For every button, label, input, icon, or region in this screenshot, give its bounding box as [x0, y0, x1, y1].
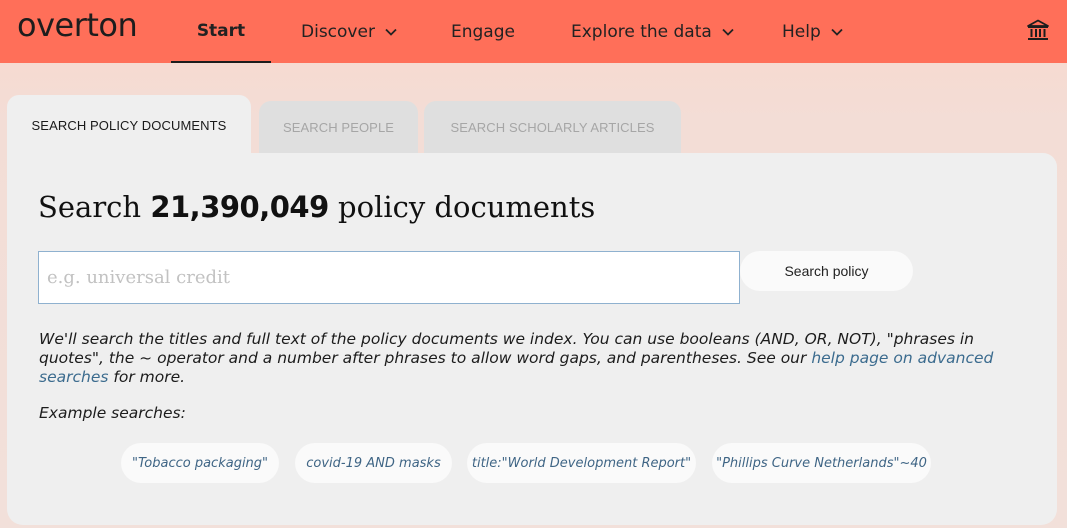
- example-search-chip[interactable]: "Tobacco packaging": [121, 443, 279, 483]
- document-count: 21,390,049: [150, 190, 329, 224]
- example-search-chip[interactable]: covid-19 AND masks: [295, 443, 452, 483]
- nav-explore-the-data[interactable]: Explore the data: [571, 0, 735, 63]
- nav-engage-label: Engage: [451, 21, 515, 42]
- search-help-text: We'll search the titles and full text of…: [39, 330, 1014, 387]
- nav-discover-label: Discover: [301, 21, 375, 42]
- chevron-down-icon: [831, 28, 843, 36]
- chevron-down-icon: [722, 28, 734, 36]
- institution-icon[interactable]: [1027, 19, 1049, 41]
- nav-engage[interactable]: Engage: [451, 0, 515, 63]
- tab-search-policy-documents[interactable]: SEARCH POLICY DOCUMENTS: [7, 95, 251, 155]
- top-navigation-bar: overton Start Discover Engage Explore th…: [0, 0, 1067, 63]
- chevron-down-icon: [385, 28, 397, 36]
- headline-prefix: Search: [38, 190, 142, 224]
- example-search-chip[interactable]: title:"World Development Report": [467, 443, 696, 483]
- example-searches-label: Example searches:: [39, 404, 186, 422]
- help-text-suffix: for more.: [108, 368, 186, 386]
- nav-start-label: Start: [196, 20, 246, 41]
- overton-logo[interactable]: overton: [17, 6, 138, 44]
- nav-explore-label: Explore the data: [571, 21, 712, 42]
- page-title: Search 21,390,049 policy documents: [38, 190, 595, 224]
- example-search-chip[interactable]: "Phillips Curve Netherlands"~40: [712, 443, 931, 483]
- nav-discover[interactable]: Discover: [301, 0, 398, 63]
- nav-help-label: Help: [782, 21, 821, 42]
- tab-search-people[interactable]: SEARCH PEOPLE: [259, 101, 418, 153]
- headline-suffix: policy documents: [338, 190, 596, 224]
- tab-search-scholarly-articles[interactable]: SEARCH SCHOLARLY ARTICLES: [424, 101, 681, 153]
- search-input[interactable]: [38, 251, 740, 304]
- nav-help[interactable]: Help: [782, 0, 844, 63]
- search-policy-button[interactable]: Search policy: [740, 251, 913, 291]
- nav-start[interactable]: Start: [171, 0, 271, 63]
